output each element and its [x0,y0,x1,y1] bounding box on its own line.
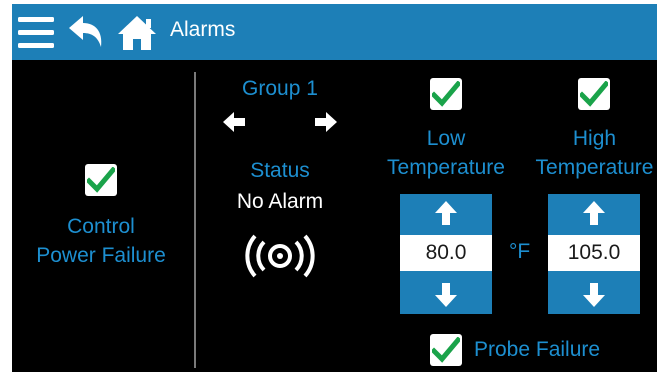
divider [194,72,196,368]
high-temperature-value[interactable]: 105.0 [548,235,640,271]
label-line: Power Failure [36,244,166,267]
control-power-failure-checkbox[interactable] [85,164,117,196]
low-temperature-label: Low Temperature [376,124,516,182]
group-title: Group 1 [242,77,318,100]
arrow-left-icon[interactable] [222,110,246,134]
low-temperature-stepper: 80.0 [400,194,492,314]
label-line: Low [426,127,466,150]
checkmark-icon [432,81,460,107]
back-icon[interactable] [67,14,107,50]
decrease-high-temperature-button[interactable] [548,276,640,314]
increase-low-temperature-button[interactable] [400,194,492,232]
arrow-up-icon [583,201,605,225]
arrow-right-icon[interactable] [314,110,338,134]
low-temperature-value[interactable]: 80.0 [400,235,492,271]
increase-high-temperature-button[interactable] [548,194,640,232]
arrow-down-icon [435,283,457,307]
arrow-down-icon [583,283,605,307]
low-temperature-checkbox[interactable] [430,78,462,110]
probe-failure-label: Probe Failure [474,338,601,361]
label-line: High [572,127,617,150]
checkmark-icon [580,81,608,107]
high-temperature-checkbox[interactable] [578,78,610,110]
page-title: Alarms [170,18,236,41]
arrow-up-icon [435,201,457,225]
control-power-failure-label: Control Power Failure [12,212,190,270]
alarm-signal-icon [245,232,315,280]
status-label: Status [250,159,310,182]
checkmark-icon [432,337,460,363]
menu-icon[interactable] [18,16,54,50]
status-value: No Alarm [236,190,324,213]
home-icon[interactable] [116,14,158,52]
label-line: Control [67,215,135,238]
temperature-unit: °F [509,240,531,263]
header-bar: Alarms [12,4,657,60]
label-line: Temperature [387,156,505,179]
checkmark-icon [87,167,115,193]
decrease-low-temperature-button[interactable] [400,276,492,314]
probe-failure-checkbox[interactable] [430,334,462,366]
high-temperature-label: High Temperature [522,124,657,182]
alarms-screen: Alarms Control Power Failure Group 1 Sta… [12,4,657,372]
high-temperature-stepper: 105.0 [548,194,640,314]
label-line: Temperature [535,156,654,179]
